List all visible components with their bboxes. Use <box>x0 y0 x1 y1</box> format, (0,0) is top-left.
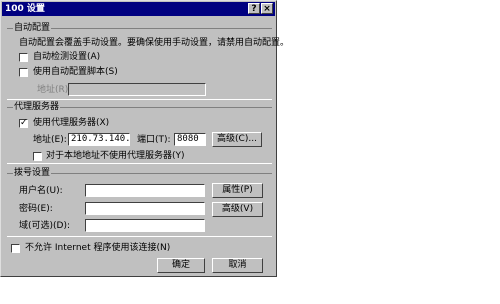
proxy-port-input[interactable]: 8080 <box>174 133 206 146</box>
username-input[interactable] <box>85 184 205 197</box>
use-script-checkbox[interactable] <box>19 68 28 77</box>
auto-config-address-input[interactable] <box>68 83 206 96</box>
proxy-port-label: 端口(T): <box>137 135 171 145</box>
domain-input[interactable] <box>85 219 205 232</box>
password-label: 密码(E): <box>19 204 53 214</box>
proxy-advanced-button[interactable]: 高级(C)... <box>212 132 262 147</box>
ok-button[interactable]: 确定 <box>157 258 205 273</box>
dialup-group-title: 拨号设置 <box>13 167 52 179</box>
auto-config-description: 自动配置会覆盖手动设置。要确保使用手动设置，请禁用自动配置。 <box>19 38 290 48</box>
username-label: 用户名(U): <box>19 186 63 196</box>
proxy-group-title: 代理服务器 <box>13 101 61 113</box>
auto-config-group-title: 自动配置 <box>13 22 52 34</box>
no-internet-label: 不允许 Internet 程序使用该连接(N) <box>25 243 171 253</box>
use-proxy-checkbox[interactable]: ✓ <box>19 119 28 128</box>
auto-detect-checkbox[interactable] <box>19 53 28 62</box>
bypass-local-checkbox[interactable] <box>33 152 42 161</box>
close-button[interactable]: × <box>261 3 273 14</box>
settings-dialog: 100 设置 ? × 自动配置 自动配置会覆盖手动设置。要确保使用手动设置，请禁… <box>0 0 289 277</box>
domain-label: 域(可选)(D): <box>19 221 71 231</box>
proxy-address-input[interactable]: 210.73.140.2 <box>68 133 130 146</box>
no-internet-checkbox[interactable] <box>11 244 20 253</box>
dialup-advanced-button[interactable]: 高级(V) <box>212 202 263 217</box>
auto-config-address-label: 地址(R) <box>37 85 69 95</box>
help-button[interactable]: ? <box>248 3 260 14</box>
use-script-label: 使用自动配置脚本(S) <box>33 67 118 77</box>
use-proxy-label: 使用代理服务器(X) <box>33 118 110 128</box>
proxy-address-label: 地址(E): <box>33 135 67 145</box>
title-bar: 100 设置 ? × <box>2 2 275 16</box>
cancel-button[interactable]: 取消 <box>212 258 263 273</box>
bypass-local-label: 对于本地地址不使用代理服务器(Y) <box>46 151 185 161</box>
window-title: 100 设置 <box>5 4 45 14</box>
dialup-properties-button[interactable]: 属性(P) <box>212 183 263 198</box>
password-input[interactable] <box>85 202 205 215</box>
auto-detect-label: 自动检测设置(A) <box>33 52 101 62</box>
